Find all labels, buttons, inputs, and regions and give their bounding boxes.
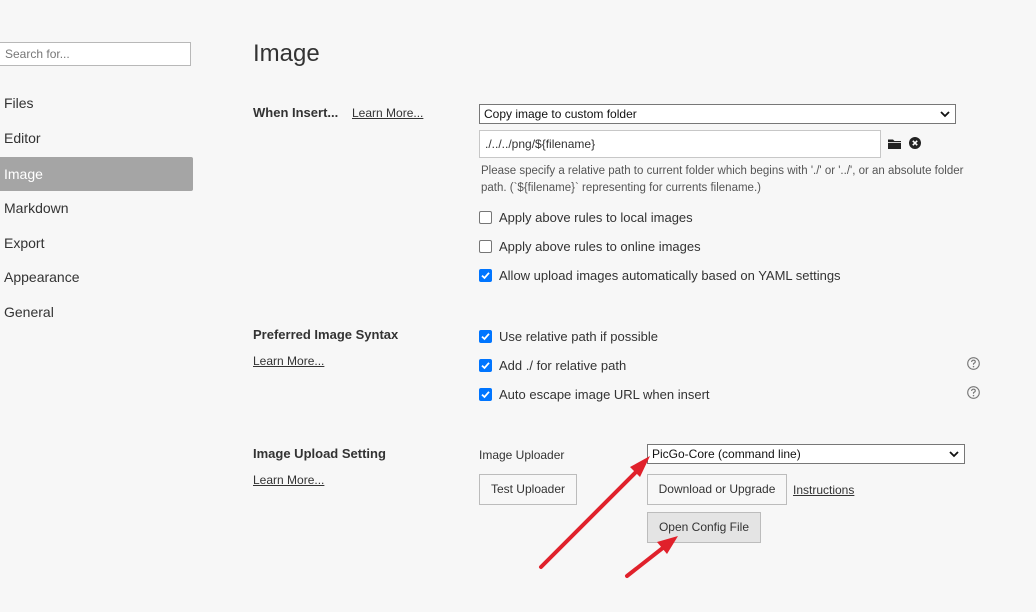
page-title: Image	[253, 40, 320, 67]
chevron-down-icon	[940, 111, 950, 118]
add-dot-slash-option[interactable]: Add ./ for relative path	[479, 356, 626, 374]
image-upload-label: Image Upload Setting	[253, 446, 386, 461]
folder-icon[interactable]	[888, 138, 902, 150]
checkmark-icon	[481, 332, 490, 340]
sidebar-item-appearance[interactable]: Appearance	[0, 260, 193, 294]
apply-online-checkbox[interactable]	[479, 239, 492, 253]
image-syntax-label: Preferred Image Syntax	[253, 327, 399, 342]
help-icon[interactable]	[967, 357, 980, 370]
when-insert-learn-more-link[interactable]: Learn More...	[352, 106, 423, 120]
checkmark-icon	[481, 390, 490, 398]
when-insert-label: When Insert...	[253, 105, 339, 120]
auto-upload-yaml-option[interactable]: Allow upload images automatically based …	[479, 266, 841, 284]
test-uploader-button[interactable]: Test Uploader	[479, 474, 577, 505]
annotation-arrow-to-uploader	[539, 456, 650, 569]
sidebar-item-files[interactable]: Files	[0, 86, 193, 120]
insert-action-select[interactable]: Copy image to custom folder	[479, 104, 956, 124]
checkmark-icon	[481, 361, 490, 369]
image-uploader-label: Image Uploader	[479, 448, 565, 462]
apply-online-label: Apply above rules to online images	[499, 238, 701, 254]
checkmark-icon	[481, 271, 490, 279]
image-upload-learn-more-link[interactable]: Learn More...	[253, 473, 324, 487]
search-input[interactable]	[0, 42, 191, 66]
auto-escape-url-option[interactable]: Auto escape image URL when insert	[479, 385, 710, 403]
download-upgrade-button[interactable]: Download or Upgrade	[647, 474, 787, 505]
relative-path-option[interactable]: Use relative path if possible	[479, 327, 658, 345]
image-uploader-select[interactable]: PicGo-Core (command line)	[647, 444, 965, 464]
add-dot-slash-checkbox[interactable]	[479, 358, 492, 372]
auto-upload-yaml-checkbox[interactable]	[479, 268, 492, 282]
sidebar-item-markdown[interactable]: Markdown	[0, 191, 193, 225]
clear-icon[interactable]	[909, 137, 921, 149]
path-hint-text: Please specify a relative path to curren…	[481, 165, 964, 194]
image-syntax-learn-more-link[interactable]: Learn More...	[253, 354, 324, 368]
image-path-input[interactable]	[479, 130, 881, 158]
auto-escape-url-label: Auto escape image URL when insert	[499, 386, 710, 402]
help-icon[interactable]	[967, 386, 980, 399]
apply-local-label: Apply above rules to local images	[499, 209, 693, 225]
image-uploader-value: PicGo-Core (command line)	[652, 447, 801, 461]
chevron-down-icon	[949, 451, 959, 458]
auto-escape-url-checkbox[interactable]	[479, 387, 492, 401]
instructions-link[interactable]: Instructions	[793, 483, 854, 497]
sidebar-item-image[interactable]: Image	[0, 157, 193, 191]
relative-path-label: Use relative path if possible	[499, 328, 658, 344]
auto-upload-yaml-label: Allow upload images automatically based …	[499, 267, 841, 283]
sidebar-item-editor[interactable]: Editor	[0, 121, 193, 155]
apply-local-images-option[interactable]: Apply above rules to local images	[479, 208, 693, 226]
sidebar-item-export[interactable]: Export	[0, 226, 193, 260]
apply-online-images-option[interactable]: Apply above rules to online images	[479, 237, 701, 255]
apply-local-checkbox[interactable]	[479, 210, 492, 224]
add-dot-slash-label: Add ./ for relative path	[499, 357, 627, 373]
sidebar-item-general[interactable]: General	[0, 295, 193, 329]
open-config-file-button[interactable]: Open Config File	[647, 512, 761, 543]
relative-path-checkbox[interactable]	[479, 329, 492, 343]
insert-action-value: Copy image to custom folder	[484, 107, 637, 121]
